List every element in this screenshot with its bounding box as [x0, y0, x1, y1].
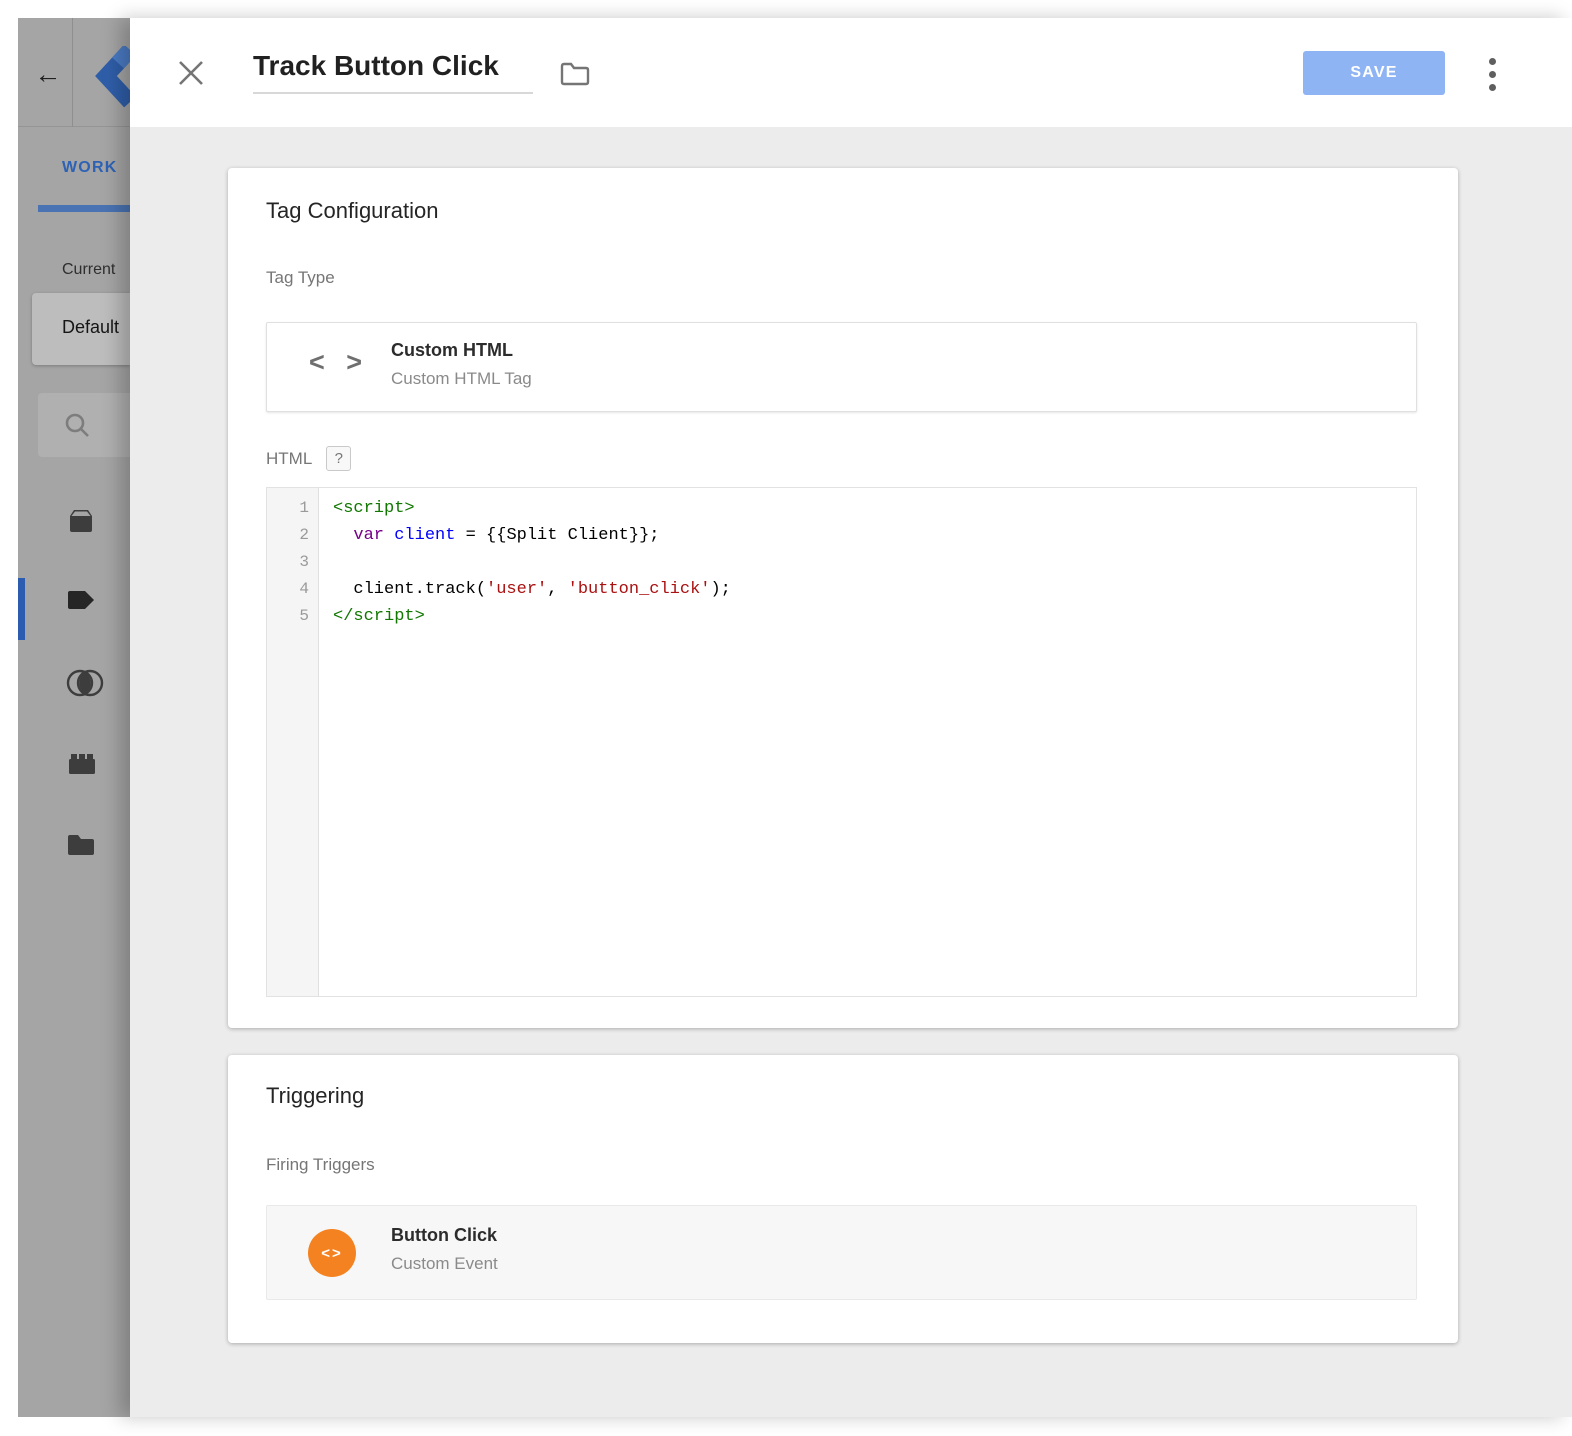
- page: ← WORK Current Default: [0, 0, 1572, 1436]
- overview-icon[interactable]: [65, 506, 101, 538]
- gtm-logo-icon: [94, 46, 130, 110]
- help-icon[interactable]: ?: [326, 446, 351, 471]
- line-number: 3: [267, 549, 318, 576]
- close-icon[interactable]: [174, 56, 208, 90]
- workspace-selector-label: Default: [62, 317, 119, 338]
- triggering-heading: Triggering: [266, 1083, 364, 1109]
- html-code-editor[interactable]: 12345 <script> var client = {{Split Clie…: [266, 487, 1417, 997]
- custom-event-icon: <>: [308, 1229, 356, 1277]
- code-line: var client = {{Split Client}};: [333, 522, 1416, 549]
- tag-configuration-heading: Tag Configuration: [266, 198, 438, 224]
- topbar-divider: [72, 18, 73, 127]
- overlay-header: Track Button Click SAVE: [130, 18, 1572, 127]
- tags-icon[interactable]: [65, 586, 101, 618]
- editor-code[interactable]: <script> var client = {{Split Client}}; …: [320, 488, 1416, 996]
- tab-workspace[interactable]: WORK: [62, 159, 117, 177]
- folders-icon[interactable]: [65, 832, 101, 864]
- line-number: 4: [267, 576, 318, 603]
- code-line: [333, 549, 1416, 576]
- tag-name-field[interactable]: Track Button Click: [253, 50, 533, 94]
- tag-type-selector[interactable]: < > Custom HTML Custom HTML Tag: [266, 322, 1417, 412]
- workspace-topbar: ←: [18, 18, 130, 127]
- line-number: 5: [267, 603, 318, 630]
- active-nav-indicator: [18, 578, 25, 640]
- workspace-selector[interactable]: Default: [32, 293, 130, 365]
- tag-type-label: Tag Type: [266, 268, 335, 288]
- search-input[interactable]: [38, 393, 130, 457]
- tag-name-value: Track Button Click: [253, 50, 533, 82]
- tag-type-name: Custom HTML: [391, 340, 513, 361]
- editor-gutter: 12345: [267, 488, 319, 996]
- more-menu-icon[interactable]: [1480, 56, 1504, 92]
- trigger-name: Button Click: [391, 1225, 497, 1246]
- folder-icon[interactable]: [558, 60, 592, 88]
- tag-editor-overlay: Track Button Click SAVE Tag Configuratio…: [130, 18, 1572, 1417]
- trigger-row[interactable]: <> Button Click Custom Event: [266, 1205, 1417, 1300]
- tag-configuration-card: Tag Configuration Tag Type < > Custom HT…: [228, 168, 1458, 1028]
- background-workspace: ← WORK Current Default: [18, 18, 130, 1417]
- variables-icon[interactable]: [65, 750, 101, 782]
- firing-triggers-label: Firing Triggers: [266, 1155, 375, 1175]
- overlay-body: Tag Configuration Tag Type < > Custom HT…: [130, 127, 1572, 1417]
- back-arrow-icon[interactable]: ←: [30, 56, 66, 92]
- code-line: <script>: [333, 495, 1416, 522]
- app-stage: ← WORK Current Default: [18, 18, 1572, 1417]
- search-icon: [62, 410, 92, 440]
- current-workspace-label: Current: [62, 261, 115, 279]
- html-label: HTML: [266, 449, 312, 469]
- code-line: client.track('user', 'button_click');: [333, 576, 1416, 603]
- save-button[interactable]: SAVE: [1303, 51, 1445, 95]
- tab-active-indicator: [38, 205, 130, 212]
- code-brackets-icon: < >: [309, 347, 369, 378]
- line-number: 2: [267, 522, 318, 549]
- triggering-card: Triggering Firing Triggers <> Button Cli…: [228, 1055, 1458, 1343]
- tag-type-description: Custom HTML Tag: [391, 369, 532, 389]
- html-field-label-row: HTML ?: [266, 446, 351, 471]
- triggers-icon[interactable]: [65, 666, 101, 698]
- trigger-type: Custom Event: [391, 1254, 498, 1274]
- code-line: </script>: [333, 603, 1416, 630]
- line-number: 1: [267, 495, 318, 522]
